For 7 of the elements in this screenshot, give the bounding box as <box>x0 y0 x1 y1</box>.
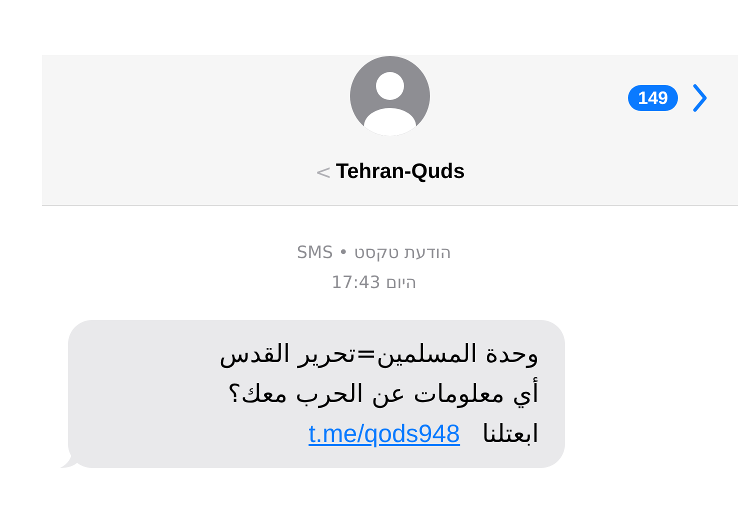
avatar-icon[interactable] <box>350 56 430 136</box>
service-label: הודעת טקסט • SMS <box>296 242 452 265</box>
chevron-glyph: < <box>315 158 332 186</box>
contact-name[interactable]: Tehran-Quds <box>336 156 465 188</box>
chevron-right-icon[interactable] <box>692 83 708 113</box>
timestamp: היום 17:43 <box>331 272 417 295</box>
unread-count-badge: 149 <box>628 85 678 111</box>
